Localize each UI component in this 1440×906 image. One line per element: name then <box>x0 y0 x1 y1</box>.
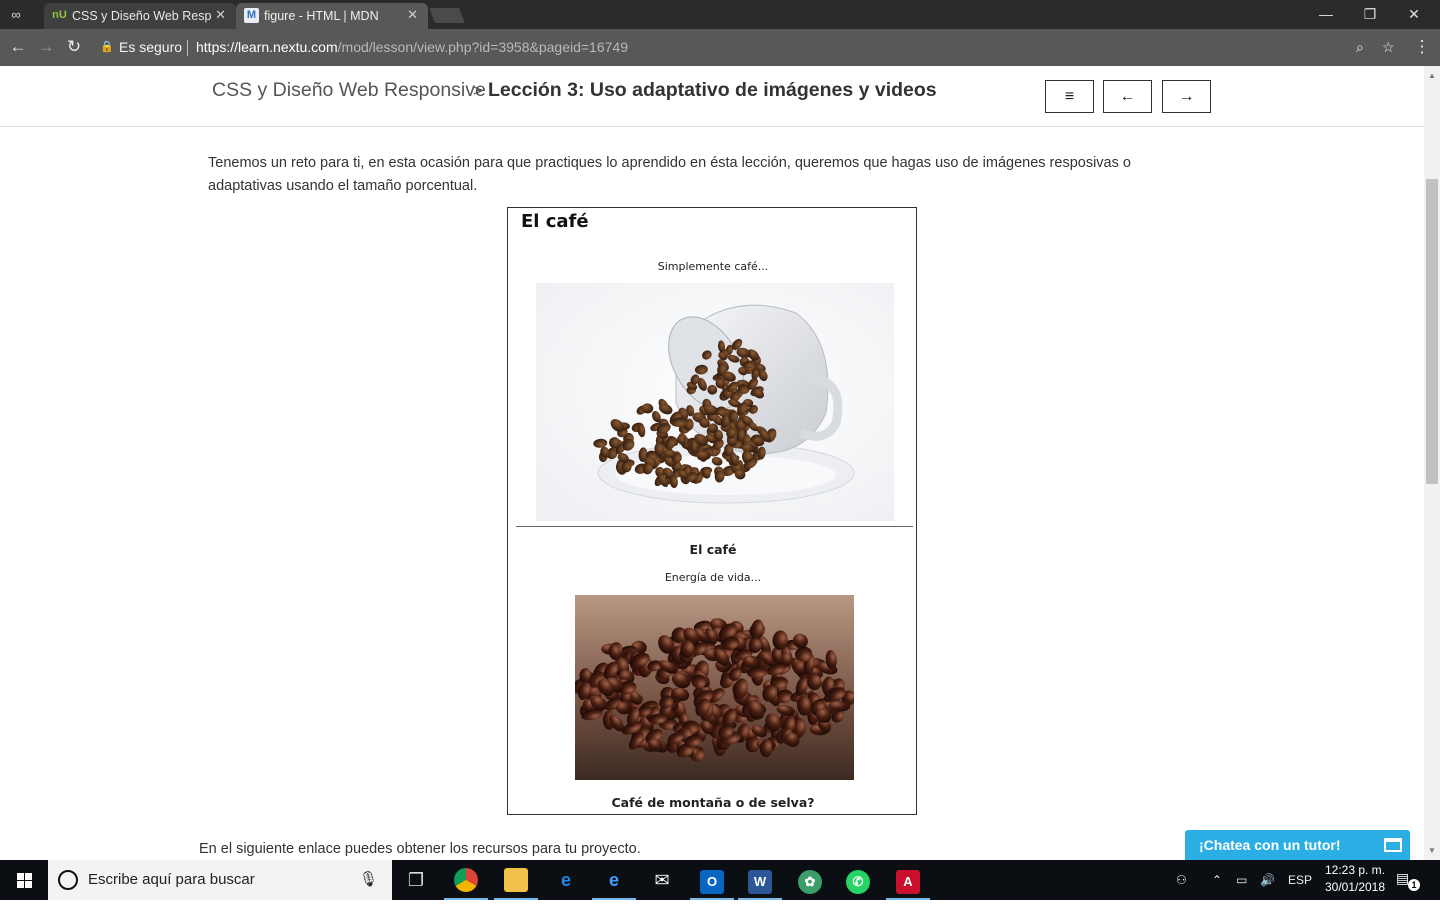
lesson-header: CSS y Diseño Web Responsive > Lección 3:… <box>0 66 1424 127</box>
network-icon[interactable]: ▭ <box>1236 860 1247 900</box>
word-icon[interactable]: W <box>736 860 784 900</box>
clock-time: 12:23 p. m. <box>1324 863 1386 877</box>
next-page-button[interactable]: → <box>1162 80 1211 113</box>
figure-caption-2: Energía de vida... <box>664 571 762 584</box>
chat-window-icon <box>1384 838 1402 852</box>
microphone-icon[interactable]: 🎙 <box>359 870 378 888</box>
clock-date: 30/01/2018 <box>1324 880 1386 894</box>
windows-logo-icon <box>17 873 32 888</box>
nextu-favicon-icon: nU <box>52 9 67 21</box>
edge-icon[interactable]: e <box>542 860 590 900</box>
mail-icon[interactable]: ✉ <box>638 860 686 900</box>
scrollbar-thumb[interactable] <box>1426 179 1438 484</box>
windows-taskbar: Escribe aquí para buscar 🎙 ❐ e e ✉ O W ✿… <box>0 860 1440 900</box>
internet-explorer-icon[interactable]: e <box>590 860 638 900</box>
maximize-button[interactable]: ❐ <box>1348 3 1392 25</box>
web-page: CSS y Diseño Web Responsive > Lección 3:… <box>0 66 1424 860</box>
start-button[interactable] <box>0 860 48 900</box>
figure-heading-2: El café <box>689 542 737 557</box>
chat-label: ¡Chatea con un tutor! <box>1199 837 1341 853</box>
chrome-app-icon[interactable] <box>442 860 490 900</box>
close-window-button[interactable]: ✕ <box>1392 3 1436 25</box>
scroll-down-icon[interactable]: ▼ <box>1424 843 1440 859</box>
outlook-icon[interactable]: O <box>688 860 736 900</box>
coffee-beans-image <box>575 595 854 780</box>
url-text[interactable]: https://learn.nextu.com/mod/lesson/view.… <box>196 33 628 62</box>
breadcrumb-separator: > <box>473 81 483 100</box>
breadcrumb-course[interactable]: CSS y Diseño Web Responsive <box>212 79 486 102</box>
zoom-icon[interactable]: ⌕ <box>1356 33 1364 62</box>
language-indicator[interactable]: ESP <box>1288 860 1312 900</box>
resources-paragraph: En el siguiente enlace puedes obtener lo… <box>199 841 641 857</box>
lock-icon: 🔒 <box>100 41 114 53</box>
chat-tutor-button[interactable]: ¡Chatea con un tutor! <box>1185 830 1410 860</box>
incognito-icon: ∞ <box>11 7 21 22</box>
green-app-icon[interactable]: ✿ <box>786 860 834 900</box>
figure-caption-1: Simplemente café... <box>657 260 769 273</box>
lesson-menu-button[interactable]: ≡ <box>1045 80 1094 113</box>
previous-page-button[interactable]: ← <box>1103 80 1152 113</box>
browser-toolbar: ← → ↻ 🔒 Es seguro https://learn.nextu.co… <box>0 29 1440 66</box>
divider <box>516 526 913 527</box>
notification-count: 1 <box>1408 879 1420 891</box>
tab-title: CSS y Diseño Web Respo <box>72 9 212 23</box>
cortana-icon <box>58 870 78 890</box>
coffee-bean <box>748 638 762 654</box>
example-figure-box: El café Simplemente café... El café Ener… <box>507 207 917 815</box>
tab-title: figure - HTML | MDN <box>264 9 379 23</box>
tab-css-course[interactable]: nU CSS y Diseño Web Respo ✕ <box>44 3 236 29</box>
action-center-icon[interactable]: ▤ 1 <box>1396 870 1420 891</box>
tab-mdn-figure[interactable]: M figure - HTML | MDN ✕ <box>236 3 428 29</box>
reload-icon[interactable]: ↻ <box>62 35 86 59</box>
security-label: Es seguro <box>119 39 183 55</box>
page-title: Lección 3: Uso adaptativo de imágenes y … <box>488 79 937 101</box>
menu-icon[interactable]: ⋮ <box>1410 35 1434 59</box>
address-bar[interactable]: 🔒 Es seguro https://learn.nextu.com/mod/… <box>92 33 1408 62</box>
acrobat-icon[interactable]: A <box>884 860 932 900</box>
figure-caption-3: Café de montaña o de selva? <box>611 795 815 810</box>
new-tab-button[interactable] <box>429 8 465 23</box>
browser-tab-strip: ∞ nU CSS y Diseño Web Respo ✕ M figure -… <box>0 0 1440 29</box>
taskbar-search[interactable]: Escribe aquí para buscar 🎙 <box>48 860 392 900</box>
people-icon[interactable]: ⚇ <box>1176 860 1187 900</box>
volume-icon[interactable]: 🔊 <box>1260 860 1275 900</box>
whatsapp-icon[interactable]: ✆ <box>834 860 882 900</box>
minimize-button[interactable]: — <box>1304 3 1348 25</box>
search-placeholder: Escribe aquí para buscar <box>88 871 255 888</box>
back-icon[interactable]: ← <box>6 35 30 59</box>
intro-paragraph: Tenemos un reto para ti, en esta ocasión… <box>208 155 1131 194</box>
close-tab-icon[interactable]: ✕ <box>407 3 418 27</box>
task-view-icon[interactable]: ❐ <box>392 860 440 900</box>
forward-icon[interactable]: → <box>34 35 58 59</box>
system-clock[interactable]: 12:23 p. m. 30/01/2018 <box>1322 862 1388 896</box>
coffee-cup-image <box>536 283 894 521</box>
close-tab-icon[interactable]: ✕ <box>215 3 226 27</box>
mdn-favicon-icon: M <box>244 8 259 23</box>
star-icon[interactable]: ☆ <box>1382 33 1395 62</box>
omnibox-separator <box>187 40 188 56</box>
show-hidden-icons[interactable]: ⌃ <box>1212 860 1222 900</box>
example-title: El café <box>521 211 589 232</box>
scroll-up-icon[interactable]: ▲ <box>1424 68 1440 84</box>
file-explorer-icon[interactable] <box>492 860 540 900</box>
